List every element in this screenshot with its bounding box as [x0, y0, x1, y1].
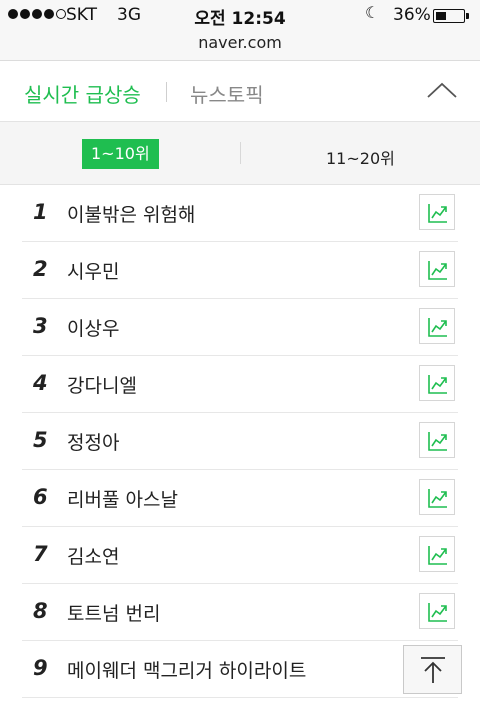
rank-number: 5: [33, 428, 48, 452]
ranking-row[interactable]: 6 리버풀 아스날: [22, 470, 458, 527]
address-bar-url[interactable]: naver.com: [0, 33, 480, 52]
rank-number: 2: [33, 257, 48, 281]
ranking-keyword[interactable]: 강다니엘: [67, 371, 137, 398]
ranking-row[interactable]: 7 김소연: [22, 527, 458, 584]
chevron-up-icon: [427, 82, 457, 98]
trend-chart-button[interactable]: [419, 194, 455, 230]
ranking-row[interactable]: 9 메이웨더 맥그리거 하이라이트: [22, 641, 458, 698]
trend-chart-icon: [428, 318, 447, 337]
trend-chart-button[interactable]: [419, 536, 455, 572]
arrow-up-icon: [421, 657, 445, 683]
trend-chart-icon: [428, 204, 447, 223]
rank-range-tabs: 1~10위 11~20위: [0, 122, 480, 185]
rank-number: 4: [33, 371, 48, 395]
range-divider: [240, 142, 241, 164]
status-bar: SKT 3G 오전 12:54 ☾ 36%: [0, 0, 480, 30]
trend-chart-button[interactable]: [419, 593, 455, 629]
battery-percent: 36%: [393, 5, 431, 25]
trend-chart-icon: [428, 546, 447, 565]
ranking-keyword[interactable]: 리버풀 아스날: [67, 485, 178, 512]
top-bar: SKT 3G 오전 12:54 ☾ 36% naver.com: [0, 0, 480, 61]
ranking-row[interactable]: 1 이불밖은 위험해: [22, 185, 458, 242]
ranking-row[interactable]: 2 시우민: [22, 242, 458, 299]
ranking-keyword[interactable]: 시우민: [67, 257, 119, 284]
trend-chart-icon: [428, 261, 447, 280]
ranking-row[interactable]: 3 이상우: [22, 299, 458, 356]
ranking-keyword[interactable]: 이불밖은 위험해: [67, 200, 195, 227]
rank-number: 3: [33, 314, 48, 338]
scroll-to-top-button[interactable]: [403, 645, 462, 694]
ranking-keyword[interactable]: 메이웨더 맥그리거 하이라이트: [67, 656, 306, 683]
tab-rank-1-10[interactable]: 1~10위: [82, 139, 159, 169]
collapse-button[interactable]: [426, 81, 458, 103]
trend-chart-button[interactable]: [419, 365, 455, 401]
rank-number: 8: [33, 599, 48, 623]
trend-chart-icon: [428, 375, 447, 394]
ranking-list: 1 이불밖은 위험해 2 시우민 3 이상우 4 강다니엘 5 정정아 6 리버풀 아스날 7 김소연 8 토…: [22, 185, 458, 698]
ranking-keyword[interactable]: 이상우: [67, 314, 119, 341]
rank-number: 7: [33, 542, 48, 566]
trend-chart-button[interactable]: [419, 251, 455, 287]
do-not-disturb-moon-icon: ☾: [365, 3, 380, 22]
trend-chart-button[interactable]: [419, 308, 455, 344]
tab-news-topics[interactable]: 뉴스토픽: [190, 79, 264, 108]
trend-chart-icon: [428, 603, 447, 622]
ranking-keyword[interactable]: 토트넘 번리: [67, 599, 160, 626]
rank-number: 9: [33, 656, 48, 680]
trend-chart-button[interactable]: [419, 479, 455, 515]
header-divider: [166, 82, 167, 102]
ranking-row[interactable]: 5 정정아: [22, 413, 458, 470]
trend-chart-icon: [428, 432, 447, 451]
trend-chart-icon: [428, 489, 447, 508]
ranking-row[interactable]: 8 토트넘 번리: [22, 584, 458, 641]
tab-realtime-trending[interactable]: 실시간 급상승: [24, 79, 141, 108]
ranking-row[interactable]: 4 강다니엘: [22, 356, 458, 413]
trend-chart-button[interactable]: [419, 422, 455, 458]
ranking-keyword[interactable]: 정정아: [67, 428, 119, 455]
rank-number: 1: [33, 200, 48, 224]
rank-number: 6: [33, 485, 48, 509]
ranking-keyword[interactable]: 김소연: [67, 542, 119, 569]
tab-rank-11-20[interactable]: 11~20위: [326, 145, 395, 169]
battery-icon: [433, 9, 469, 23]
ranking-header: 실시간 급상승 뉴스토픽: [0, 61, 480, 122]
